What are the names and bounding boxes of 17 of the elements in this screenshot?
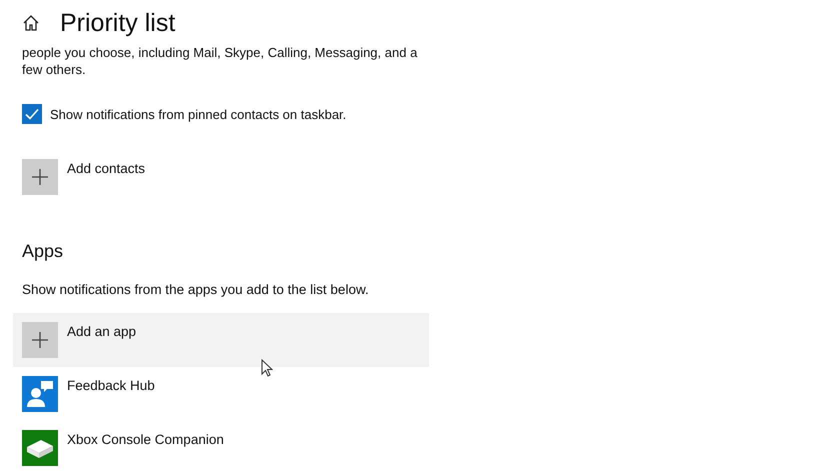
apps-description: Show notifications from the apps you add to the list below.: [22, 282, 370, 297]
section-heading: Apps: [22, 241, 64, 262]
home-icon[interactable]: [22, 14, 40, 32]
app-name: Add an app: [67, 324, 136, 341]
app-name: Xbox Console Companion: [67, 432, 224, 449]
app-list-item[interactable]: Add an app: [13, 313, 429, 367]
checkbox-label: Show notifications from pinned contacts on taskbar.: [50, 106, 346, 122]
app-list-item[interactable]: Feedback Hub: [13, 367, 429, 421]
page-title: Priority list: [60, 8, 176, 38]
app-list-item[interactable]: Xbox Console Companion: [13, 421, 429, 471]
add-contacts-label[interactable]: Add contacts: [67, 161, 146, 195]
plus-icon: [22, 322, 58, 358]
app-name: Feedback Hub: [67, 378, 155, 395]
plus-icon[interactable]: [22, 159, 58, 195]
mouse-cursor-icon: [261, 359, 273, 377]
intro-text: people you choose, including Mail, Skype, Calling, Messaging, and a few others.: [22, 44, 418, 78]
checkbox[interactable]: [22, 104, 42, 124]
